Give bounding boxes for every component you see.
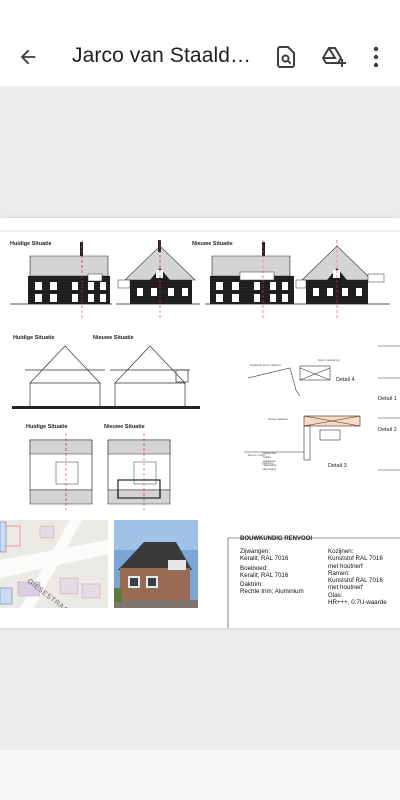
renvooi-col-2: Kozijnen: Kunststof RAL 7016 met houtner…	[328, 548, 387, 606]
more-vert-icon	[373, 46, 379, 68]
renvooi-line: met houtnerf	[328, 584, 363, 592]
elevation-2	[116, 240, 200, 305]
label-plan-current: Huidige Situatie	[26, 424, 68, 430]
section-drawings	[15, 345, 200, 409]
app-bar: Jarco van Staalduijn Bouwkundig Tekenaar	[0, 0, 400, 86]
add-to-drive-icon	[322, 47, 346, 67]
renvooi-line: Daktrim:	[240, 581, 264, 589]
renvooi-col-1: Zijwangen: Keralit; RAL 7016 Boeiboed: K…	[240, 548, 304, 596]
label-detail-1: Detail 1	[378, 396, 397, 402]
svg-text:- Dakbeschot: - Dakbeschot	[262, 452, 276, 455]
house-photo	[114, 520, 198, 608]
label-detail-2: Detail 2	[378, 427, 397, 433]
elevation-1	[10, 242, 112, 305]
drawing-page: bestaande gevel / dakrand Spant / aanslu…	[0, 218, 400, 628]
renvooi-line: met houtnerf	[328, 562, 363, 570]
bottom-bar	[0, 750, 400, 800]
elevation-4	[295, 245, 390, 305]
svg-text:- Waterkering: - Waterkering	[262, 464, 277, 467]
renvooi-title: BOUWKUNDIG RENVOOI	[240, 536, 312, 542]
arrow-back-icon	[20, 49, 36, 65]
renvooi-line: Ramen:	[328, 569, 350, 577]
renvooi-line: Kunststof RAL 7016	[328, 577, 383, 585]
document-title: Jarco van Staalduijn Bouwkundig Tekenaar	[72, 44, 258, 67]
find-in-page-button[interactable]	[266, 37, 306, 77]
renvooi-line: Kozijnen:	[328, 548, 354, 555]
elevation-3	[205, 242, 296, 305]
find-in-page-icon	[277, 46, 295, 68]
more-options-button[interactable]	[358, 37, 394, 77]
back-button[interactable]	[8, 37, 48, 77]
renvooi-line: Keralit; RAL 7016	[240, 571, 289, 579]
renvooi-line: Rechte trim; Aluminium	[240, 588, 304, 596]
floor-plans	[29, 439, 171, 505]
label-section-new: Nieuwe Situatie	[93, 335, 134, 341]
renvooi-line: Zijwangen:	[240, 548, 270, 555]
renvooi-line: Glas:	[328, 591, 343, 599]
svg-text:- Bevestiging: - Bevestiging	[262, 468, 276, 471]
label-detail-3: Detail 3	[328, 463, 347, 469]
add-to-drive-button[interactable]	[314, 37, 354, 77]
svg-text:- Dakpannen: - Dakpannen	[262, 460, 276, 463]
svg-text:- Isolatie: - Isolatie	[262, 456, 272, 459]
renvooi-line: Kunststof RAL 7016	[328, 555, 383, 563]
renvooi-line: Keralit; RAL 7016	[240, 555, 289, 563]
label-elev-current: Huidige Situatie	[10, 241, 52, 247]
label-section-current: Huidige Situatie	[13, 335, 55, 341]
renvooi-line: HR+++, 0.7U-waarde	[328, 599, 387, 607]
label-detail-4: Detail 4	[336, 377, 355, 383]
renvooi-line: Boeiboed:	[240, 564, 268, 572]
label-plan-new: Nieuwe Situatie	[104, 424, 145, 430]
svg-text:bestaande gevel / dakrand: bestaande gevel / dakrand	[250, 363, 281, 367]
label-elev-new: Nieuwe Situatie	[192, 241, 233, 247]
site-map: GIESESTRAAT	[0, 520, 108, 608]
svg-text:Nieuwe dakkapel: Nieuwe dakkapel	[268, 417, 288, 421]
svg-text:Spant / aansluiting: Spant / aansluiting	[318, 358, 340, 362]
